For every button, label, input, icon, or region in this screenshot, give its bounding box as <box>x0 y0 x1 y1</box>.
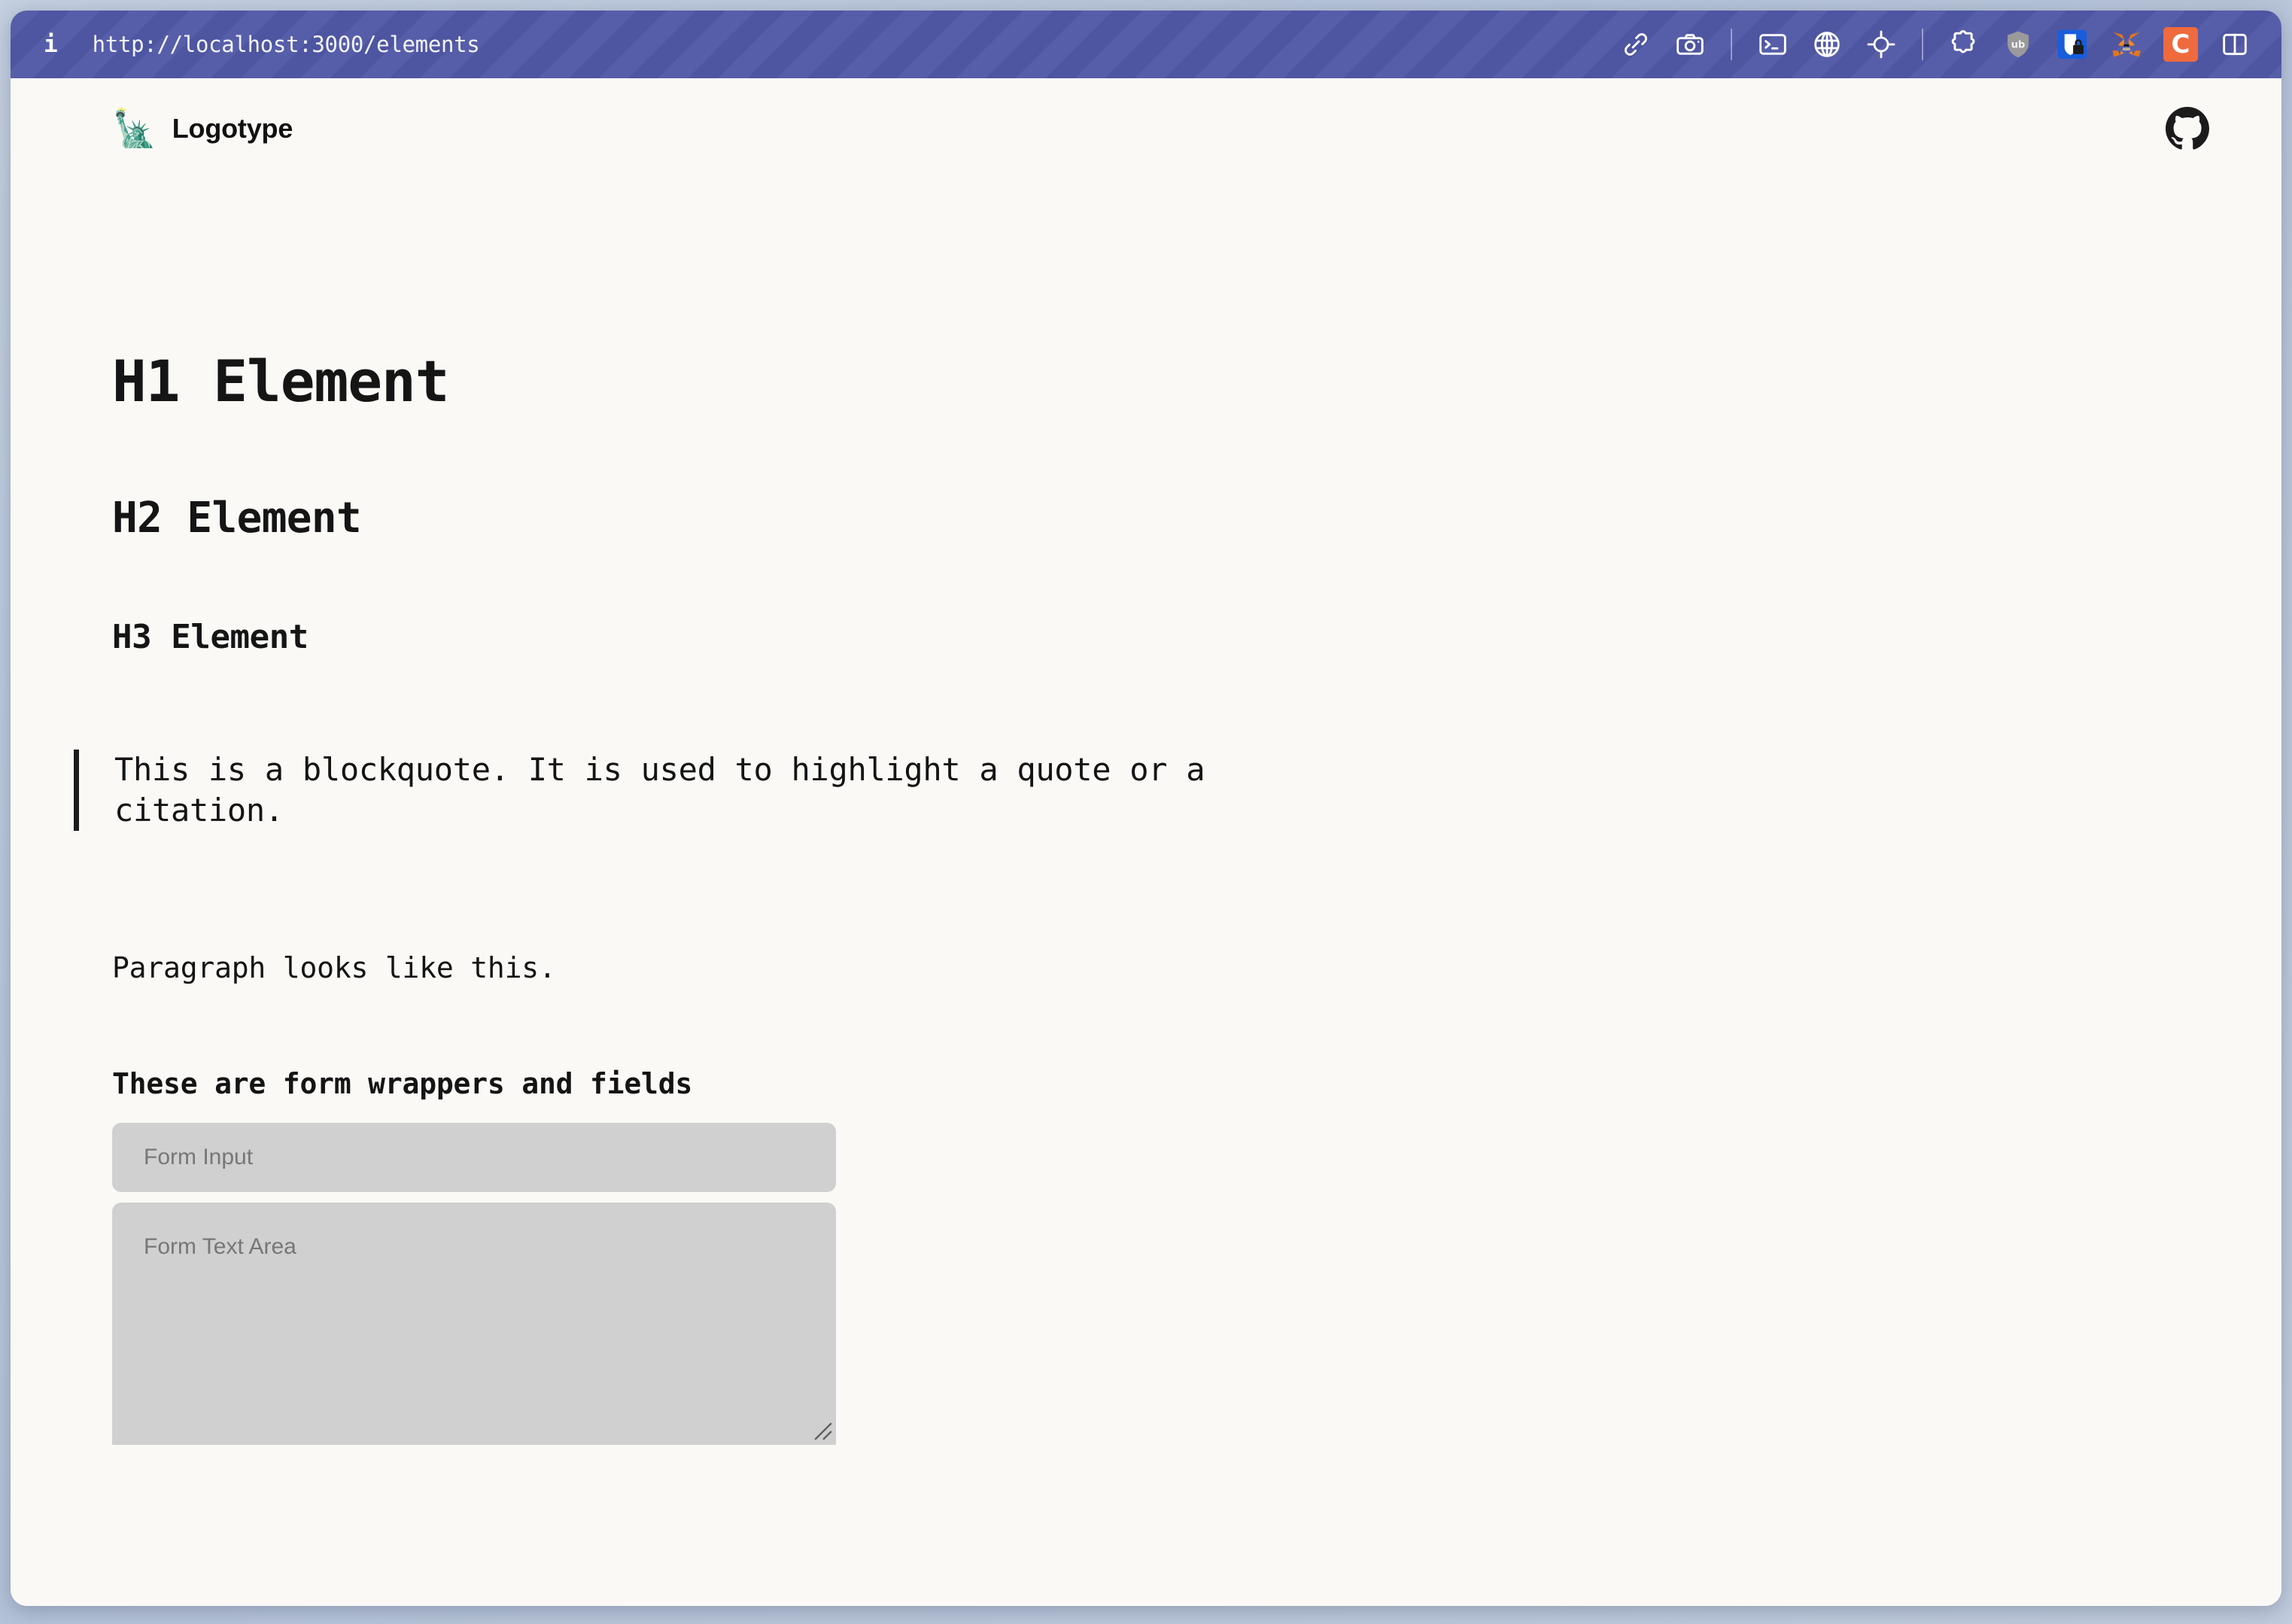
browser-window: i http://localhost:3000/elements ub C 🗽 … <box>11 11 2281 1606</box>
split-panel-icon[interactable] <box>2213 23 2257 66</box>
blockquote-text: This is a blockquote. It is used to high… <box>114 751 1205 829</box>
form-section-heading: These are form wrappers and fields <box>112 1066 693 1100</box>
page-info-icon[interactable]: i <box>44 32 62 56</box>
toolbar-divider <box>1922 29 1923 60</box>
globe-icon[interactable] <box>1805 23 1849 66</box>
puzzle-icon[interactable] <box>1942 23 1986 66</box>
form-textarea-holder <box>112 1202 836 1445</box>
main-content: H1 Element H2 Element H3 Element This is… <box>11 348 2281 1445</box>
statue-of-liberty-icon: 🗽 <box>112 108 157 150</box>
blockquote: This is a blockquote. It is used to high… <box>74 750 1248 831</box>
paragraph: Paragraph looks like this. <box>112 950 556 984</box>
page-viewport: 🗽 Logotype H1 Element H2 Element H3 Elem… <box>11 78 2281 1606</box>
camera-icon[interactable] <box>1668 23 1712 66</box>
browser-toolbar: i http://localhost:3000/elements ub C <box>11 11 2281 78</box>
bitwarden-icon[interactable] <box>2050 23 2094 66</box>
brand[interactable]: 🗽 Logotype <box>112 111 293 147</box>
ublock-origin-icon[interactable]: ub <box>1996 23 2040 66</box>
toolbar-divider <box>1731 29 1732 60</box>
toolbar-icon-group: ub C <box>1609 23 2262 66</box>
link-icon[interactable] <box>1614 23 1658 66</box>
url-text[interactable]: http://localhost:3000/elements <box>93 32 480 57</box>
svg-text:ub: ub <box>2011 40 2025 51</box>
h1-element: H1 Element <box>112 348 450 415</box>
metamask-icon[interactable] <box>2105 23 2148 66</box>
c-extension-label: C <box>2171 29 2190 59</box>
h2-element: H2 Element <box>112 494 362 543</box>
site-header: 🗽 Logotype <box>11 78 2281 151</box>
github-icon[interactable] <box>2166 107 2209 151</box>
terminal-icon[interactable] <box>1751 23 1795 66</box>
form-wrapper <box>112 1122 836 1445</box>
c-extension-icon[interactable]: C <box>2159 23 2202 66</box>
logotype-label: Logotype <box>172 113 293 144</box>
form-input[interactable] <box>112 1122 836 1192</box>
crosshair-icon[interactable] <box>1859 23 1903 66</box>
h3-element: H3 Element <box>112 618 309 656</box>
form-textarea[interactable] <box>112 1202 836 1445</box>
